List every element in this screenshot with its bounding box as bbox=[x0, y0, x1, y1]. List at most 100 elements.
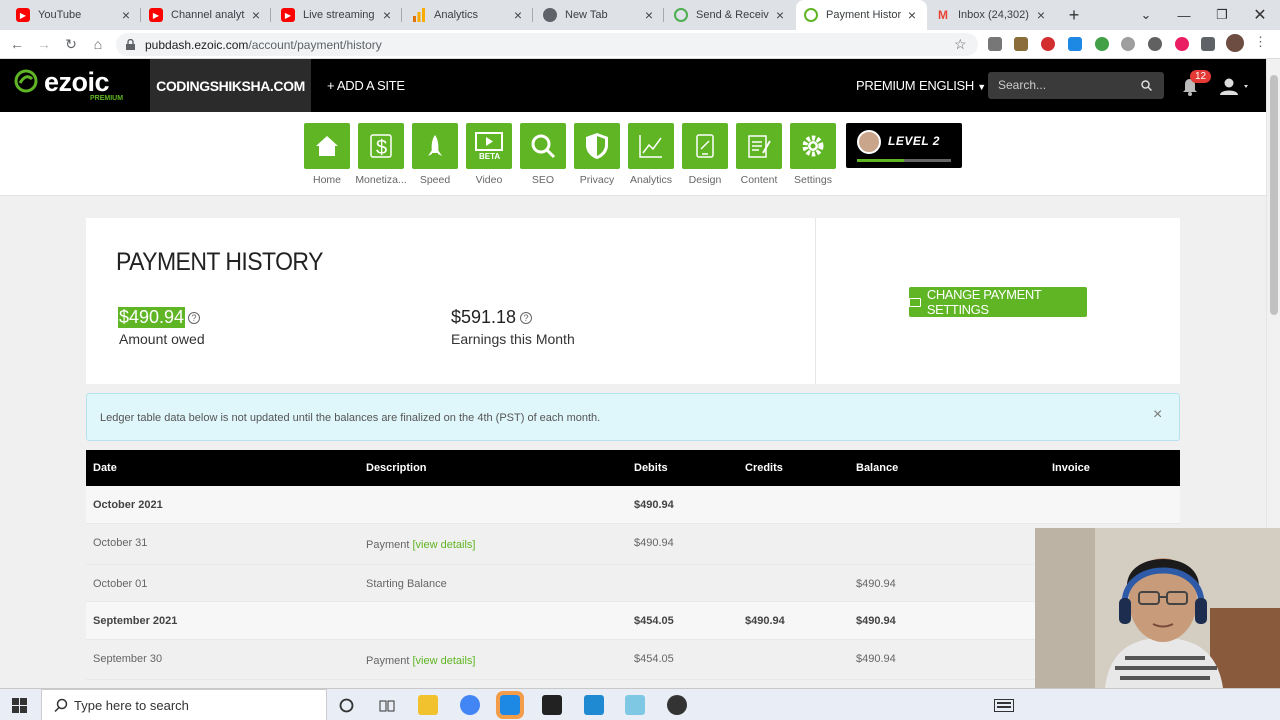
browser-tab-active[interactable]: Payment History × bbox=[796, 0, 927, 30]
nav-home[interactable]: Home bbox=[304, 123, 350, 186]
profile-avatar[interactable] bbox=[1226, 34, 1244, 52]
close-tab-icon[interactable]: × bbox=[380, 7, 394, 23]
analytics-icon bbox=[412, 8, 426, 22]
browser-tab[interactable]: Send & Receive × bbox=[666, 0, 795, 30]
taskbar-search[interactable]: Type here to search bbox=[41, 689, 327, 720]
circle-icon bbox=[674, 8, 688, 22]
extension-icon[interactable] bbox=[1095, 37, 1109, 51]
header-search[interactable] bbox=[988, 72, 1164, 99]
cortana-icon[interactable] bbox=[339, 698, 354, 713]
nav-privacy[interactable]: Privacy bbox=[574, 123, 620, 186]
obs-icon[interactable] bbox=[667, 695, 687, 715]
chrome-icon bbox=[543, 8, 557, 22]
browser-tab[interactable]: Analytics × bbox=[404, 0, 533, 30]
column-header: Date bbox=[93, 462, 117, 474]
terminal-icon[interactable] bbox=[542, 695, 562, 715]
url-bar[interactable]: pubdash.ezoic.com/account/payment/histor… bbox=[116, 33, 978, 56]
task-view-icon[interactable] bbox=[379, 698, 395, 713]
close-tab-icon[interactable]: × bbox=[642, 7, 656, 23]
nav-content[interactable]: Content bbox=[736, 123, 782, 186]
nav-settings[interactable]: Settings bbox=[790, 123, 836, 186]
view-details-link[interactable]: [view details] bbox=[412, 655, 475, 667]
app-taskbar-icon[interactable] bbox=[496, 691, 524, 719]
credit-card-icon bbox=[909, 297, 921, 307]
browser-tab[interactable]: ▶ Live streaming - × bbox=[273, 0, 402, 30]
cell-date: September 2021 bbox=[93, 615, 178, 627]
avatar bbox=[857, 130, 881, 154]
close-tab-icon[interactable]: × bbox=[1034, 7, 1048, 23]
dollar-icon: $ bbox=[370, 134, 392, 159]
extension-icon[interactable] bbox=[1175, 37, 1189, 51]
cell-balance: $490.94 bbox=[856, 652, 896, 665]
language-dropdown[interactable]: ENGLISH ▼ bbox=[919, 78, 986, 93]
nav-monetization[interactable]: $ Monetiza... bbox=[355, 123, 407, 186]
close-tab-icon[interactable]: × bbox=[511, 7, 525, 23]
nav-design[interactable]: Design bbox=[682, 123, 728, 186]
close-window-icon[interactable]: ✕ bbox=[1242, 0, 1278, 30]
change-payment-settings-button[interactable]: CHANGE PAYMENT SETTINGS bbox=[909, 287, 1087, 317]
table-row: September 30 Payment [view details] $454… bbox=[86, 640, 1180, 680]
new-tab-button[interactable]: + bbox=[1056, 0, 1092, 30]
browser-tab[interactable]: M Inbox (24,302) - × bbox=[928, 0, 1056, 30]
close-tab-icon[interactable]: × bbox=[249, 7, 263, 23]
forward-icon[interactable]: → bbox=[33, 34, 55, 54]
column-header: Invoice bbox=[1052, 462, 1090, 474]
notification-badge: 12 bbox=[1190, 70, 1212, 83]
scrollbar-thumb[interactable] bbox=[1270, 75, 1278, 315]
taskbar-search-placeholder: Type here to search bbox=[74, 698, 189, 713]
vscode-icon[interactable] bbox=[584, 695, 604, 715]
design-icon bbox=[696, 134, 714, 158]
nav-label: Settings bbox=[794, 174, 832, 186]
tab-title: Channel analytics bbox=[171, 9, 245, 21]
amount-owed-value: $490.94 bbox=[118, 307, 186, 328]
nav-video[interactable]: BETA Video bbox=[466, 123, 512, 186]
close-tab-icon[interactable]: × bbox=[119, 7, 133, 23]
help-icon[interactable]: ? bbox=[188, 312, 200, 324]
help-icon[interactable]: ? bbox=[520, 312, 532, 324]
close-icon[interactable]: × bbox=[1153, 406, 1162, 424]
nav-speed[interactable]: Speed bbox=[412, 123, 458, 186]
level-badge[interactable]: LEVEL 2 bbox=[846, 123, 962, 168]
home-browser-icon[interactable]: ⌂ bbox=[87, 34, 109, 54]
windows-start-icon[interactable] bbox=[12, 698, 27, 713]
extension-icon[interactable] bbox=[1014, 37, 1028, 51]
gear-icon bbox=[802, 135, 824, 157]
level-label: LEVEL 2 bbox=[888, 134, 940, 148]
premium-link[interactable]: PREMIUM bbox=[856, 78, 916, 93]
site-selector[interactable]: CODINGSHIKSHA.COM bbox=[150, 59, 311, 112]
keyboard-icon[interactable] bbox=[994, 699, 1014, 712]
restore-icon[interactable]: ❐ bbox=[1204, 0, 1240, 30]
extension-icon[interactable] bbox=[1068, 37, 1082, 51]
cell-debits: $454.05 bbox=[634, 615, 674, 627]
extension-icon[interactable] bbox=[988, 37, 1002, 51]
bookmark-star-icon[interactable]: ☆ bbox=[954, 36, 967, 53]
alert-text: Ledger table data below is not updated u… bbox=[100, 412, 601, 424]
chrome-taskbar-icon[interactable] bbox=[460, 695, 480, 715]
cell-debits: $490.94 bbox=[634, 536, 674, 549]
close-tab-icon[interactable]: × bbox=[905, 7, 919, 23]
ezoic-icon bbox=[804, 8, 818, 22]
extension-icon[interactable] bbox=[1121, 37, 1135, 51]
nav-analytics[interactable]: Analytics bbox=[628, 123, 674, 186]
extension-icon[interactable] bbox=[1041, 37, 1055, 51]
user-icon[interactable] bbox=[1219, 78, 1249, 96]
puzzle-icon[interactable] bbox=[1201, 37, 1215, 51]
browser-tab[interactable]: ▶ YouTube × bbox=[8, 0, 141, 30]
menu-dots-icon[interactable]: ⋮ bbox=[1254, 35, 1267, 49]
search-input[interactable] bbox=[998, 78, 1138, 92]
back-icon[interactable]: ← bbox=[6, 34, 28, 54]
browser-tab[interactable]: New Tab × bbox=[535, 0, 664, 30]
nav-seo[interactable]: SEO bbox=[520, 123, 566, 186]
browser-tab[interactable]: ▶ Channel analytics × bbox=[141, 0, 271, 30]
column-header: Debits bbox=[634, 462, 668, 474]
extension-icon[interactable] bbox=[1148, 37, 1162, 51]
add-site-link[interactable]: + ADD A SITE bbox=[327, 78, 405, 93]
tab-search-icon[interactable]: ⌄ bbox=[1128, 0, 1164, 30]
minimize-icon[interactable]: — bbox=[1166, 0, 1202, 30]
taskbar: Type here to search bbox=[0, 688, 1280, 720]
app-taskbar-icon[interactable] bbox=[625, 695, 645, 715]
view-details-link[interactable]: [view details] bbox=[412, 539, 475, 551]
file-explorer-icon[interactable] bbox=[418, 695, 438, 715]
close-tab-icon[interactable]: × bbox=[773, 7, 787, 23]
reload-icon[interactable]: ↻ bbox=[60, 34, 82, 54]
